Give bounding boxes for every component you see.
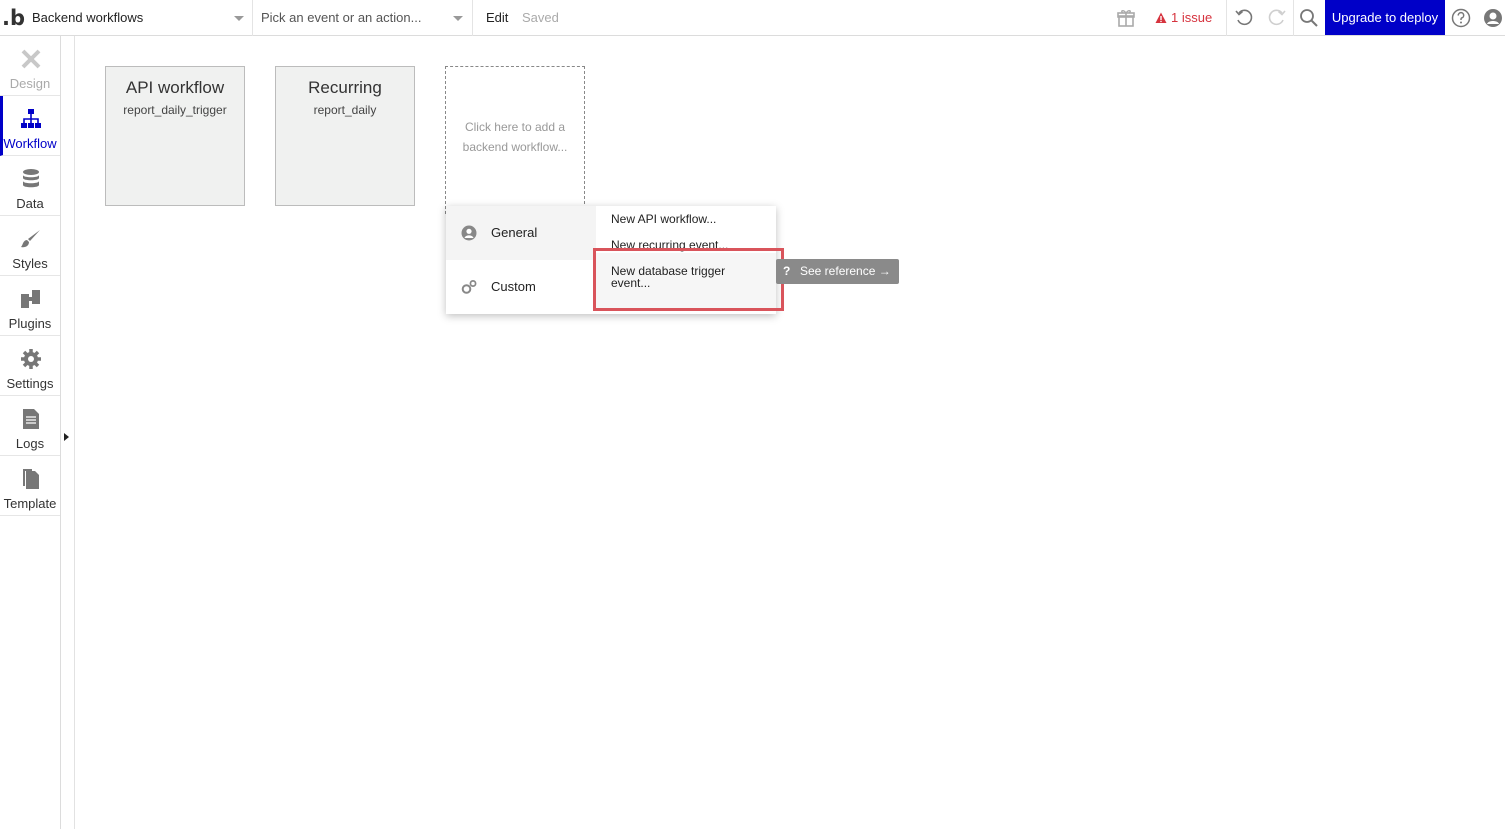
sidebar-item-styles[interactable]: Styles bbox=[0, 216, 60, 276]
sidebar-item-settings[interactable]: Settings bbox=[0, 336, 60, 396]
database-icon bbox=[23, 169, 39, 188]
divider bbox=[1293, 0, 1294, 36]
sidebar-item-label: Styles bbox=[12, 256, 48, 271]
menu-category-label: Custom bbox=[491, 279, 536, 294]
sidebar-item-label: Logs bbox=[15, 436, 45, 451]
divider bbox=[1226, 0, 1227, 36]
template-icon bbox=[23, 469, 39, 489]
edit-menu[interactable]: Edit bbox=[486, 0, 508, 36]
sidebar-item-label: Template bbox=[3, 496, 57, 511]
workflow-card-title: Recurring bbox=[308, 78, 382, 97]
workflow-card-name: report_daily_trigger bbox=[123, 103, 227, 117]
user-account-icon[interactable] bbox=[1483, 8, 1503, 28]
person-circle-icon bbox=[461, 225, 477, 241]
sidebar-item-design[interactable]: Design bbox=[0, 36, 60, 96]
redo-icon[interactable] bbox=[1267, 8, 1287, 28]
workflow-card-api[interactable]: API workflow report_daily_trigger bbox=[105, 66, 245, 206]
sidebar-item-workflow[interactable]: Workflow bbox=[0, 96, 60, 156]
sidebar-item-plugins[interactable]: Plugins bbox=[0, 276, 60, 336]
design-icon bbox=[21, 49, 41, 69]
sidebar-item-label: Workflow bbox=[3, 136, 57, 151]
undo-icon[interactable] bbox=[1234, 8, 1254, 28]
workflow-icon bbox=[21, 109, 41, 128]
question-mark-icon: ? bbox=[783, 264, 791, 278]
search-icon[interactable] bbox=[1299, 8, 1319, 28]
document-icon bbox=[23, 409, 39, 429]
issues-count: 1 issue bbox=[1171, 10, 1213, 25]
chevron-down-icon bbox=[453, 16, 463, 21]
issues-indicator[interactable]: 1 issue bbox=[1155, 0, 1212, 36]
top-bar: .b Backend workflows Pick an event or an… bbox=[0, 0, 1505, 36]
saved-status: Saved bbox=[522, 10, 559, 25]
menu-category-custom[interactable]: Custom bbox=[446, 260, 596, 314]
warning-icon bbox=[1155, 12, 1167, 23]
divider bbox=[74, 36, 75, 829]
menu-option-new-database-trigger[interactable]: New database trigger event... bbox=[596, 253, 776, 311]
upgrade-to-deploy-button[interactable]: Upgrade to deploy bbox=[1325, 0, 1445, 35]
workflow-card-recurring[interactable]: Recurring report_daily bbox=[275, 66, 415, 206]
menu-category-general[interactable]: General bbox=[446, 206, 596, 260]
page-selector-value: Backend workflows bbox=[32, 10, 144, 25]
menu-option-new-recurring-event[interactable]: New recurring event... bbox=[596, 239, 776, 251]
page-selector[interactable]: Backend workflows bbox=[24, 0, 253, 36]
left-sidebar: Design Workflow Data Styles Plugins Sett… bbox=[0, 36, 61, 829]
sidebar-item-label: Plugins bbox=[8, 316, 52, 331]
gears-icon bbox=[461, 280, 477, 294]
see-reference-label: See reference → bbox=[800, 264, 891, 278]
event-action-selector[interactable]: Pick an event or an action... bbox=[253, 0, 473, 36]
add-backend-workflow-card[interactable]: Click here to add a backend workflow... bbox=[445, 66, 585, 214]
sidebar-item-label: Design bbox=[9, 76, 51, 91]
see-reference-button[interactable]: ? See reference → bbox=[776, 259, 899, 284]
help-icon[interactable] bbox=[1451, 8, 1471, 28]
workflow-card-title: API workflow bbox=[125, 78, 225, 97]
menu-category-label: General bbox=[491, 225, 538, 240]
brush-icon bbox=[21, 230, 40, 248]
sidebar-item-label: Settings bbox=[6, 376, 54, 391]
bubble-logo-icon[interactable]: .b bbox=[2, 4, 25, 32]
chevron-down-icon bbox=[234, 16, 244, 21]
add-workflow-menu: General Custom New API workflow... New r… bbox=[446, 206, 776, 314]
plugins-icon bbox=[21, 290, 40, 308]
menu-options: New API workflow... New recurring event.… bbox=[596, 206, 776, 314]
sidebar-item-template[interactable]: Template bbox=[0, 456, 60, 516]
sidebar-item-logs[interactable]: Logs bbox=[0, 396, 60, 456]
menu-option-new-api-workflow[interactable]: New API workflow... bbox=[596, 213, 776, 225]
sidebar-item-label: Data bbox=[16, 196, 44, 211]
event-selector-placeholder: Pick an event or an action... bbox=[261, 10, 422, 25]
add-workflow-prompt: Click here to add a backend workflow... bbox=[462, 120, 568, 154]
workflow-card-name: report_daily bbox=[313, 103, 377, 117]
gear-icon bbox=[21, 349, 41, 369]
gift-icon[interactable] bbox=[1116, 8, 1136, 28]
menu-categories: General Custom bbox=[446, 206, 596, 314]
collapse-arrow-icon[interactable] bbox=[64, 433, 69, 441]
sidebar-item-data[interactable]: Data bbox=[0, 156, 60, 216]
